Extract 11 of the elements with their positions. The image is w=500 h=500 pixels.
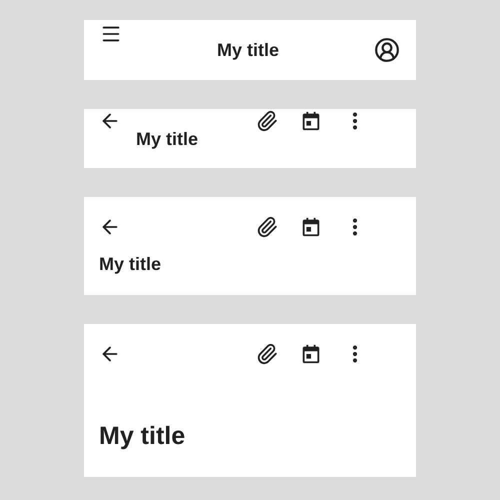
calendar-icon[interactable] bbox=[300, 110, 322, 132]
bar-title: My title bbox=[216, 39, 279, 62]
calendar-icon[interactable] bbox=[300, 216, 322, 238]
paperclip-icon[interactable] bbox=[256, 343, 278, 365]
paperclip-icon[interactable] bbox=[256, 110, 278, 132]
bar-title: My title bbox=[99, 253, 162, 276]
calendar-icon[interactable] bbox=[300, 343, 322, 365]
paperclip-icon[interactable] bbox=[256, 216, 278, 238]
account-icon[interactable] bbox=[374, 37, 400, 63]
bar-title: My title bbox=[99, 421, 186, 452]
bar-title: My title bbox=[136, 128, 198, 151]
